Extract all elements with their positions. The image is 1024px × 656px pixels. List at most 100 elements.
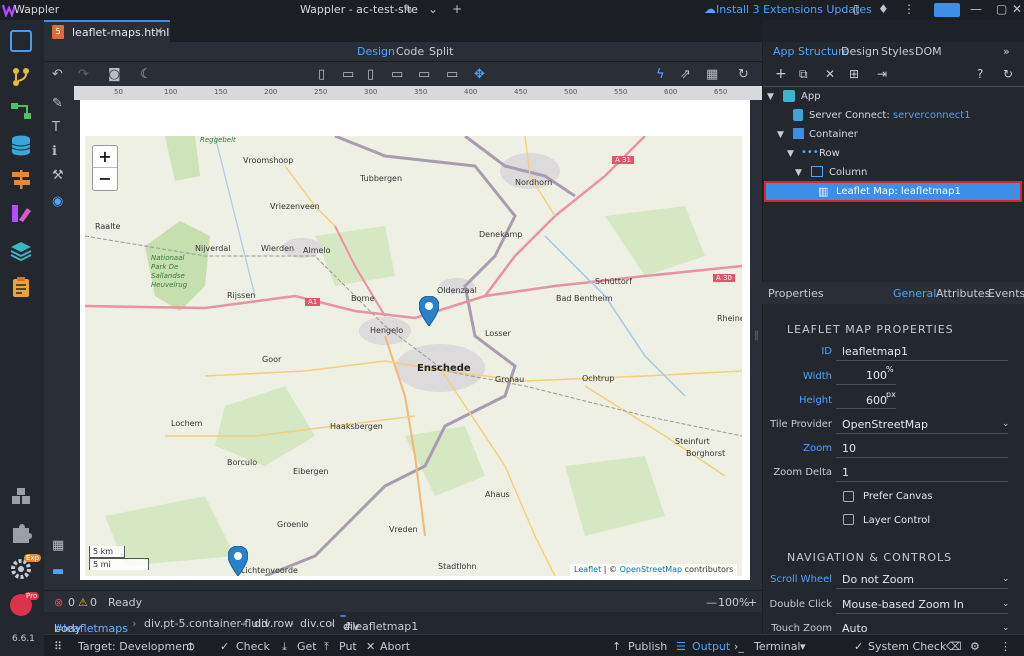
chevron-down-icon[interactable]: ⌄ — [1002, 599, 1010, 609]
tree-column[interactable]: Column — [829, 167, 867, 178]
terminal-tab[interactable]: Terminal — [754, 640, 801, 653]
zoom-input[interactable]: 10 — [842, 442, 856, 455]
refresh-icon[interactable]: ↻ — [738, 67, 749, 82]
redo-icon[interactable]: ↷ — [78, 67, 89, 82]
database-icon[interactable] — [10, 134, 32, 156]
zoom-delta-input[interactable]: 1 — [842, 466, 849, 479]
pages-icon[interactable] — [10, 30, 32, 52]
eraser-icon[interactable]: ⌫ — [946, 640, 962, 653]
layer-control-checkbox[interactable] — [843, 514, 854, 525]
screenshot-camera-icon[interactable]: ◙ — [108, 67, 121, 82]
tab-leaflet-maps[interactable]: 5 leaflet-maps.html ✕ — [44, 20, 170, 42]
scroll-wheel-select[interactable]: Do not Zoom — [842, 573, 914, 586]
chevron-down-icon[interactable]: ▼ — [787, 149, 794, 159]
view-code-tab[interactable]: Code — [396, 45, 424, 58]
chevron-down-icon[interactable]: ▼ — [795, 168, 802, 178]
prefer-canvas-checkbox[interactable] — [843, 491, 854, 502]
tab-styles[interactable]: Styles — [881, 45, 914, 58]
export-icon[interactable]: ⇥ — [877, 67, 887, 81]
breadcrumb-item[interactable]: div.row — [254, 617, 293, 630]
expand-panel-icon[interactable]: » — [1003, 45, 1010, 58]
device-desktop-icon[interactable]: ▭ — [418, 67, 430, 82]
chevron-down-icon[interactable]: ⌄ — [428, 2, 438, 16]
chevron-down-icon[interactable]: ▼ — [777, 130, 784, 140]
device-phone-icon[interactable]: ▯ — [318, 67, 325, 82]
double-click-select[interactable]: Mouse-based Zoom In — [842, 598, 964, 611]
width-input[interactable]: 100 — [866, 369, 887, 382]
zoom-level[interactable]: 100% — [718, 596, 749, 609]
breadcrumb-item-active[interactable]: div #leafletmap1 — [340, 615, 418, 633]
grid-icon[interactable]: ▦ — [52, 538, 64, 553]
get-button[interactable]: Get — [297, 640, 317, 653]
edit-pencil-icon[interactable]: ✎ — [403, 2, 413, 16]
system-check-button[interactable]: System Check — [868, 640, 946, 653]
more-icon[interactable]: ⋮ — [1000, 640, 1011, 653]
zoom-out-button[interactable]: − — [93, 168, 117, 190]
publish-button[interactable]: Publish — [628, 640, 667, 653]
workflow-icon[interactable] — [10, 100, 32, 122]
structure-icon[interactable]: ⊞ — [849, 67, 859, 81]
section-leaflet-props[interactable]: LEAFLET MAP PROPERTIES — [787, 323, 954, 336]
app-name[interactable]: Wappler — [14, 3, 59, 16]
device-phone-landscape-icon[interactable]: ▭ — [342, 67, 354, 82]
swatches-icon[interactable] — [10, 202, 32, 224]
tab-general[interactable]: General — [893, 287, 936, 300]
responsive-move-icon[interactable]: ✥ — [474, 67, 485, 82]
edit-pencil-icon[interactable]: ✎ — [52, 96, 63, 111]
panel-toggle-icon[interactable] — [934, 3, 960, 17]
tab-design[interactable]: Design — [841, 45, 879, 58]
tree-server-connect[interactable]: Server Connect: serverconnect1 — [809, 110, 971, 121]
brush-icon[interactable]: ⚒ — [52, 168, 64, 183]
abort-button[interactable]: Abort — [380, 640, 410, 653]
tab-dom[interactable]: DOM — [915, 45, 942, 58]
osm-link[interactable]: OpenStreetMap — [620, 565, 683, 574]
error-icon[interactable]: ⊗ — [54, 596, 63, 609]
map-marker-icon[interactable] — [419, 296, 439, 326]
more-icon[interactable]: ⋮ — [903, 2, 915, 16]
chevron-down-icon[interactable]: ⌄ — [1002, 623, 1010, 633]
dark-mode-moon-icon[interactable]: ☾ — [140, 67, 152, 82]
tab-attributes[interactable]: Attributes — [936, 287, 990, 300]
bug-icon[interactable]: ⚙ — [970, 640, 980, 653]
width-unit[interactable]: % — [886, 365, 894, 374]
close-window-icon[interactable]: ✕ — [1012, 2, 1022, 16]
view-split-tab[interactable]: Split — [429, 45, 453, 58]
device-tablet-icon[interactable]: ▯ — [367, 67, 374, 82]
touch-zoom-select[interactable]: Auto — [842, 622, 868, 635]
terminal-dropdown-icon[interactable]: ▾ — [800, 640, 806, 653]
breadcrumb-item[interactable]: div.pt-5.container-fluid — [144, 617, 268, 630]
puzzle-icon[interactable] — [10, 522, 32, 544]
layout-icon[interactable]: ▯ — [853, 2, 860, 16]
chevron-down-icon[interactable]: ⌄ — [1002, 574, 1010, 584]
cloud-download-icon[interactable]: ☁ — [704, 2, 716, 16]
info-icon[interactable]: ℹ — [52, 144, 57, 159]
device-wide-icon[interactable]: ▭ — [446, 67, 458, 82]
close-tab-icon[interactable]: ✕ — [154, 25, 163, 38]
zoom-in-icon[interactable]: + — [748, 596, 757, 609]
share-export-icon[interactable]: ⇗ — [680, 67, 691, 82]
zoom-out-icon[interactable]: — — [706, 596, 717, 609]
output-tab[interactable]: Output — [692, 640, 730, 653]
extensions-icon[interactable] — [10, 486, 32, 508]
view-design-tab[interactable]: Design — [357, 45, 395, 58]
zoom-in-button[interactable]: + — [93, 146, 117, 168]
tab-app-structure[interactable]: App Structure — [773, 45, 849, 58]
tree-row[interactable]: Row — [819, 148, 840, 159]
device-laptop-icon[interactable]: ▭ — [391, 67, 403, 82]
add-icon[interactable]: + — [775, 66, 787, 82]
height-input[interactable]: 600 — [866, 394, 887, 407]
check-circle-icon[interactable]: ⊙ — [186, 640, 195, 653]
layers-icon[interactable] — [10, 240, 32, 262]
leaflet-map[interactable]: A 31 A 30 A1 Vroomshoop Tubbergen Nordho… — [85, 136, 742, 576]
minimize-icon[interactable]: — — [970, 2, 982, 16]
qr-code-icon[interactable]: ▦ — [706, 67, 718, 82]
git-branch-icon[interactable] — [10, 66, 32, 88]
plus-icon[interactable]: + — [452, 2, 462, 16]
id-input[interactable]: leafletmap1 — [842, 345, 908, 358]
warning-icon[interactable]: ⚠ — [78, 596, 88, 609]
copy-icon[interactable]: ⧉ — [799, 67, 808, 82]
help-icon[interactable]: ? — [977, 67, 983, 81]
tab-events[interactable]: Events — [988, 287, 1024, 300]
map-marker-icon[interactable] — [228, 546, 248, 576]
height-unit[interactable]: px — [886, 390, 896, 399]
